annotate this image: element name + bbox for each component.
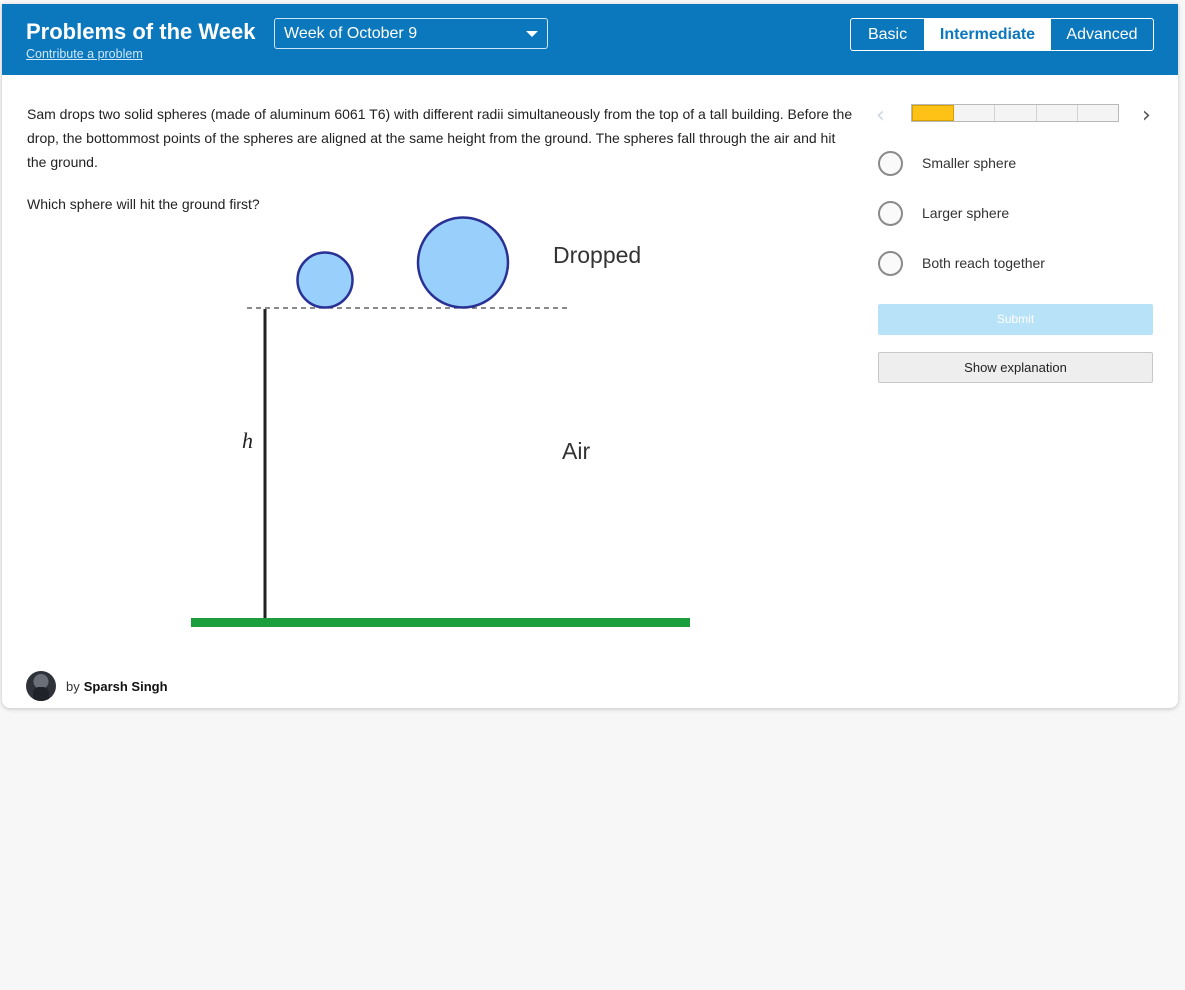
radio-button[interactable]	[878, 250, 903, 276]
progress-segment	[1078, 105, 1118, 121]
option-both-together[interactable]: Both reach together	[878, 249, 1045, 277]
option-label: Larger sphere	[922, 205, 1010, 221]
submit-button[interactable]: Submit	[878, 304, 1153, 335]
progress-bar	[911, 104, 1119, 122]
avatar	[26, 671, 56, 701]
progress-segment	[1037, 105, 1078, 121]
author-by-label: by	[66, 678, 80, 694]
problem-card: Problems of the Week Contribute a proble…	[2, 4, 1178, 708]
author-name[interactable]: Sparsh Singh	[84, 679, 168, 694]
radio-button[interactable]	[878, 200, 903, 226]
level-intermediate-button[interactable]: Intermediate	[924, 19, 1051, 50]
air-label: Air	[562, 438, 590, 464]
radio-button[interactable]	[878, 150, 903, 176]
level-advanced-button[interactable]: Advanced	[1051, 19, 1153, 50]
option-label: Smaller sphere	[922, 155, 1017, 171]
large-sphere	[416, 216, 510, 309]
option-smaller-sphere[interactable]: Smaller sphere	[878, 149, 1016, 177]
progress-segment	[954, 105, 996, 121]
chevron-right-icon[interactable]: ›	[1142, 103, 1151, 128]
small-sphere	[296, 251, 354, 309]
show-explanation-button[interactable]: Show explanation	[878, 352, 1153, 383]
progress-segment	[912, 105, 955, 121]
option-larger-sphere[interactable]: Larger sphere	[878, 199, 1009, 227]
height-label: h	[242, 428, 253, 453]
option-label: Both reach together	[922, 255, 1045, 271]
level-toggle: Basic Intermediate Advanced	[850, 18, 1154, 51]
progress-segment	[995, 105, 1037, 121]
ground	[191, 618, 690, 627]
chevron-left-icon[interactable]: ‹	[876, 103, 885, 128]
falling-spheres-diagram: Dropped Air h	[191, 216, 690, 627]
dropped-label: Dropped	[553, 242, 641, 268]
author-credit: by Sparsh Singh	[26, 670, 168, 702]
